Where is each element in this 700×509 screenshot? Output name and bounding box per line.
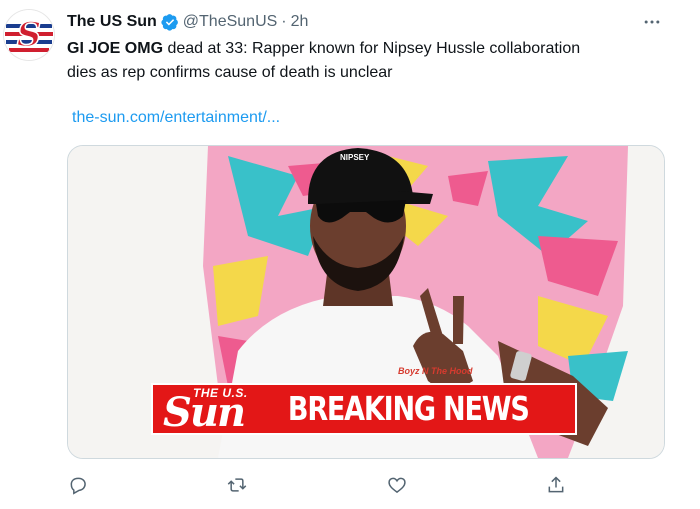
tweet-actions bbox=[0, 470, 700, 500]
avatar-letter: S bbox=[17, 15, 42, 55]
reply-button[interactable] bbox=[63, 470, 93, 500]
more-horizontal-icon bbox=[644, 20, 660, 24]
tweet-header: The US Sun @TheSunUS · 2h bbox=[67, 11, 640, 33]
shirt-text: Boyz N The Hood bbox=[398, 366, 473, 376]
sun-logo: THE U.S. Sun bbox=[153, 385, 283, 433]
breaking-news-text: BREAKING NEWS bbox=[287, 389, 530, 428]
like-button[interactable] bbox=[382, 470, 412, 500]
tweet-text-line2: dies as rep confirms cause of death is u… bbox=[67, 64, 393, 81]
tweet-time[interactable]: 2h bbox=[291, 13, 309, 31]
retweet-button[interactable] bbox=[222, 470, 252, 500]
share-icon bbox=[548, 476, 564, 493]
separator: · bbox=[281, 13, 287, 30]
reply-icon bbox=[70, 477, 86, 495]
tweet-bold-text: GI JOE OMG bbox=[67, 40, 164, 57]
tweet-text-line1: dead at 33: Rapper known for Nipsey Huss… bbox=[163, 40, 581, 57]
tweet-text: GI JOE OMG dead at 33: Rapper known for … bbox=[67, 37, 677, 85]
retweet-icon bbox=[227, 478, 247, 492]
account-name[interactable]: The US Sun bbox=[67, 13, 157, 31]
the-sun-logo-icon: S bbox=[4, 10, 54, 60]
sun-logo-text: Sun bbox=[163, 389, 246, 436]
tweet-media[interactable]: NIPSEY Boyz N The Hood THE U.S. Sun BREA… bbox=[67, 145, 665, 459]
breaking-news-banner: THE U.S. Sun BREAKING NEWS bbox=[151, 383, 577, 435]
share-button[interactable] bbox=[541, 470, 571, 500]
verified-badge-icon bbox=[161, 14, 178, 31]
avatar[interactable]: S bbox=[4, 10, 54, 60]
account-handle[interactable]: @TheSunUS bbox=[183, 13, 278, 31]
tweet-link[interactable]: the-sun.com/entertainment/... bbox=[72, 107, 280, 129]
more-button[interactable] bbox=[638, 10, 666, 34]
svg-text:NIPSEY: NIPSEY bbox=[340, 153, 370, 162]
like-icon bbox=[388, 477, 406, 494]
